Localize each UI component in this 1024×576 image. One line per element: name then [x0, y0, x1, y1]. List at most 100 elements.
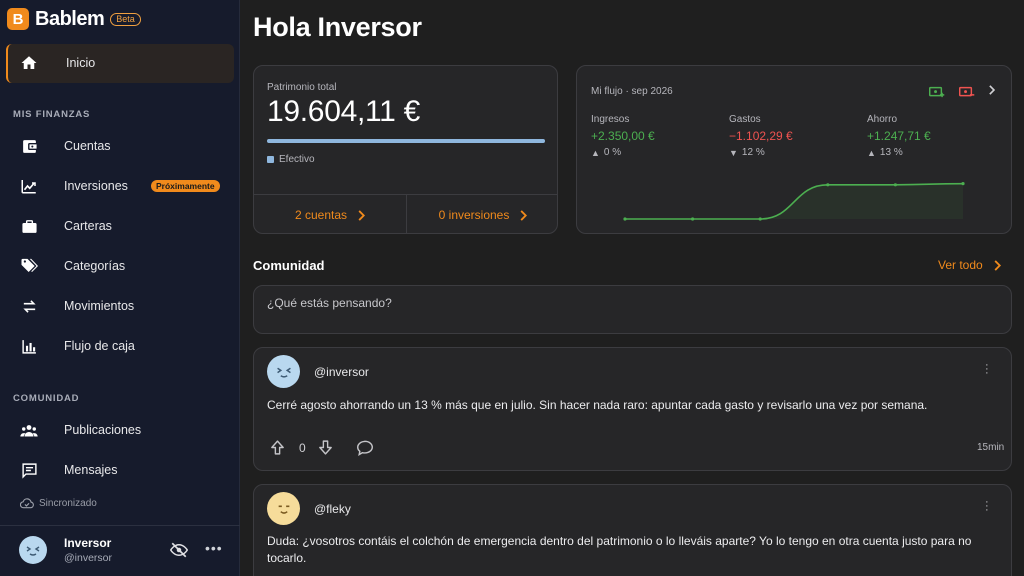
patrimonio-value: 19.604,11 €: [267, 95, 420, 128]
briefcase-icon: [20, 217, 38, 235]
accounts-link[interactable]: 2 cuentas: [254, 195, 406, 233]
sidebar-item-cuentas[interactable]: Cuentas: [0, 128, 240, 164]
sidebar-item-categorias[interactable]: Categorías: [0, 248, 240, 284]
user-handle: @inversor: [64, 552, 113, 564]
eye-off-icon[interactable]: [170, 542, 188, 558]
arrow-up-icon: ▲: [867, 147, 876, 158]
brand-name: Bablem: [35, 7, 105, 30]
add-income-icon[interactable]: [929, 86, 945, 98]
swap-icon: [20, 297, 38, 315]
flow-expenses-pct-value: 12 %: [741, 147, 765, 158]
user-panel: Inversor @inversor •••: [0, 525, 240, 576]
post-text: Duda: ¿vosotros contáis el colchón de em…: [267, 534, 972, 565]
post-actions: 0: [269, 439, 374, 456]
chevron-right-icon: [357, 209, 366, 221]
flow-savings-pct: ▲ 13 %: [867, 147, 931, 158]
chevron-right-icon: [993, 259, 1001, 271]
beta-badge: Beta: [110, 12, 141, 26]
add-expense-icon[interactable]: [959, 86, 975, 98]
avatar[interactable]: [267, 492, 300, 525]
sidebar-item-mensajes[interactable]: Mensajes: [0, 452, 240, 488]
flow-expenses: Gastos −1.102,29 € ▼ 12 %: [729, 114, 793, 158]
downvote-icon[interactable]: [317, 439, 334, 456]
post-time: 15min: [977, 442, 1005, 453]
sidebar-item-flujo-de-caja[interactable]: Flujo de caja: [0, 328, 240, 364]
flow-card: Mi flujo · sep 2026 Ingresos +2.350,00 €…: [576, 65, 1012, 234]
sidebar: B Bablem Beta Inicio MIS FINANZAS Cuenta…: [0, 0, 240, 576]
brand[interactable]: B Bablem Beta: [7, 7, 141, 31]
avatar[interactable]: [19, 536, 47, 564]
coming-soon-badge: Próximamente: [151, 180, 220, 192]
tags-icon: [20, 257, 38, 275]
sidebar-item-label: Mensajes: [64, 463, 118, 477]
patrimonio-card: Patrimonio total 19.604,11 € Efectivo 2 …: [253, 65, 558, 234]
flow-savings: Ahorro +1.247,71 € ▲ 13 %: [867, 114, 931, 158]
flow-income: Ingresos +2.350,00 € ▲ 0 %: [591, 114, 655, 158]
sync-status: Sincronizado: [20, 497, 97, 509]
sidebar-item-label: Inversiones: [64, 179, 128, 193]
flow-chart: [623, 182, 965, 221]
flow-expenses-pct: ▼ 12 %: [729, 147, 793, 158]
post-text: Cerré agosto ahorrando un 13 % más que e…: [267, 398, 928, 412]
section-comunidad: COMUNIDAD: [13, 393, 80, 404]
chevron-right-icon[interactable]: [988, 85, 995, 95]
sidebar-item-inversiones[interactable]: Inversiones Próximamente: [0, 168, 240, 204]
arrow-down-icon: ▼: [729, 147, 738, 158]
compose-box[interactable]: [253, 285, 1012, 334]
more-vertical-icon[interactable]: · · ·: [985, 360, 989, 379]
flow-point: [826, 183, 830, 187]
sidebar-item-label: Carteras: [64, 219, 112, 233]
more-horizontal-icon[interactable]: •••: [205, 540, 223, 556]
patrimonio-label: Patrimonio total: [267, 82, 337, 93]
flow-point: [758, 217, 762, 221]
sidebar-item-inicio-content[interactable]: Inicio: [0, 45, 240, 81]
user-name: Inversor: [64, 536, 112, 550]
post-card: @fleky · · · Duda: ¿vosotros contáis el co…: [253, 484, 1012, 576]
flow-point: [961, 182, 965, 186]
investments-link-label: 0 inversiones: [438, 208, 510, 222]
sidebar-item-label: Cuentas: [64, 139, 111, 153]
post-username[interactable]: @inversor: [314, 365, 369, 379]
accounts-link-label: 2 cuentas: [294, 208, 348, 222]
legend-swatch: [267, 156, 274, 163]
vote-count: 0: [299, 440, 306, 455]
message-icon: [20, 461, 38, 479]
see-all-link[interactable]: Ver todo: [938, 258, 1001, 272]
patrimonio-legend: Efectivo: [267, 154, 315, 165]
flow-expenses-label: Gastos: [729, 114, 761, 125]
investments-link[interactable]: 0 inversiones: [407, 195, 557, 233]
flow-title: Mi flujo · sep 2026: [591, 86, 673, 97]
upvote-icon[interactable]: [269, 439, 286, 456]
compose-input[interactable]: [267, 296, 987, 310]
cloud-check-icon: [20, 497, 34, 509]
flow-income-value: +2.350,00 €: [591, 129, 655, 143]
comment-icon[interactable]: [356, 440, 374, 456]
flow-point: [623, 217, 627, 221]
sidebar-item-carteras[interactable]: Carteras: [0, 208, 240, 244]
wallet-icon: [20, 137, 38, 155]
community-title: Comunidad: [253, 258, 325, 273]
flow-point: [893, 183, 897, 187]
flow-expenses-value: −1.102,29 €: [729, 129, 793, 143]
see-all-label: Ver todo: [938, 258, 983, 272]
flow-income-label: Ingresos: [591, 114, 630, 125]
chevron-right-icon: [519, 209, 528, 221]
patrimonio-bar-fill: [267, 139, 545, 143]
people-icon: [20, 421, 38, 439]
flow-point: [691, 217, 695, 221]
flow-savings-pct-value: 13 %: [879, 147, 903, 158]
flow-savings-value: +1.247,71 €: [867, 129, 931, 143]
sidebar-item-publicaciones[interactable]: Publicaciones: [0, 412, 240, 448]
patrimonio-bar: [267, 139, 545, 143]
section-mis-finanzas: MIS FINANZAS: [13, 109, 91, 120]
sidebar-item-label: Movimientos: [64, 299, 135, 313]
flow-income-pct: ▲ 0 %: [591, 147, 655, 158]
more-vertical-icon[interactable]: · · ·: [985, 497, 989, 516]
sidebar-item-movimientos[interactable]: Movimientos: [0, 288, 240, 324]
trending-up-icon: [20, 177, 38, 195]
sidebar-item-label: Inicio: [66, 56, 96, 70]
post-username[interactable]: @fleky: [314, 502, 351, 516]
brand-logo-icon: B: [7, 8, 29, 30]
flow-savings-label: Ahorro: [867, 114, 898, 125]
avatar[interactable]: [267, 355, 300, 388]
